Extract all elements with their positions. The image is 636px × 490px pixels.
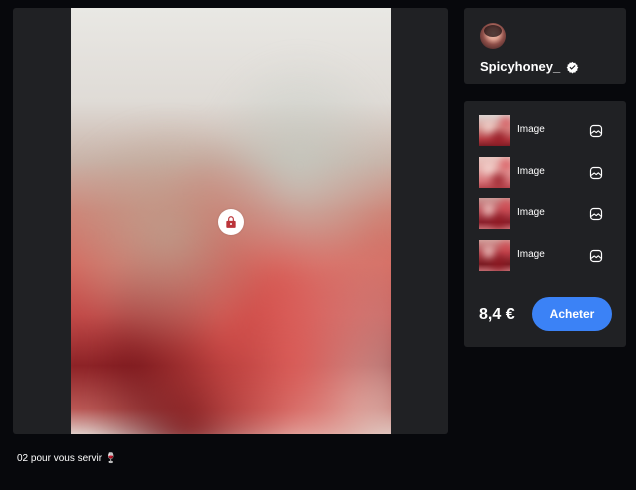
buy-button[interactable]: Acheter	[532, 297, 612, 331]
username-row: Spicyhoney_	[480, 59, 579, 75]
list-item[interactable]: Image	[479, 115, 611, 146]
price: 8,4 €	[479, 306, 515, 323]
blurred-thumbnail	[479, 239, 510, 271]
blurred-thumbnail	[479, 156, 510, 188]
locked-image-preview[interactable]	[71, 8, 391, 434]
image-icon	[588, 206, 604, 222]
item-label: Image	[517, 248, 545, 260]
image-icon	[588, 165, 604, 181]
image-icon	[588, 248, 604, 264]
item-label: Image	[517, 165, 545, 177]
avatar[interactable]	[480, 23, 506, 49]
blurred-thumbnail	[479, 115, 510, 146]
post-caption: 02 pour vous servir 🍷	[17, 453, 118, 464]
list-item[interactable]: Image	[479, 239, 611, 271]
page: 02 pour vous servir 🍷 Spicyhoney_ Image	[0, 0, 636, 490]
creator-profile-card: Spicyhoney_	[464, 8, 626, 84]
list-item[interactable]: Image	[479, 156, 611, 188]
image-icon	[588, 123, 604, 139]
locked-media-card	[13, 8, 448, 434]
username[interactable]: Spicyhoney_	[480, 59, 560, 75]
item-label: Image	[517, 207, 545, 218]
verified-badge-icon	[566, 61, 579, 74]
list-item[interactable]: Image	[479, 198, 611, 229]
blurred-thumbnail	[479, 198, 510, 229]
media-item-list: Image Image Image Image	[479, 115, 611, 281]
purchase-card: Image Image Image Image 8,4 € Acheter	[464, 101, 626, 347]
lock-icon	[218, 209, 244, 235]
item-label: Image	[517, 124, 545, 135]
